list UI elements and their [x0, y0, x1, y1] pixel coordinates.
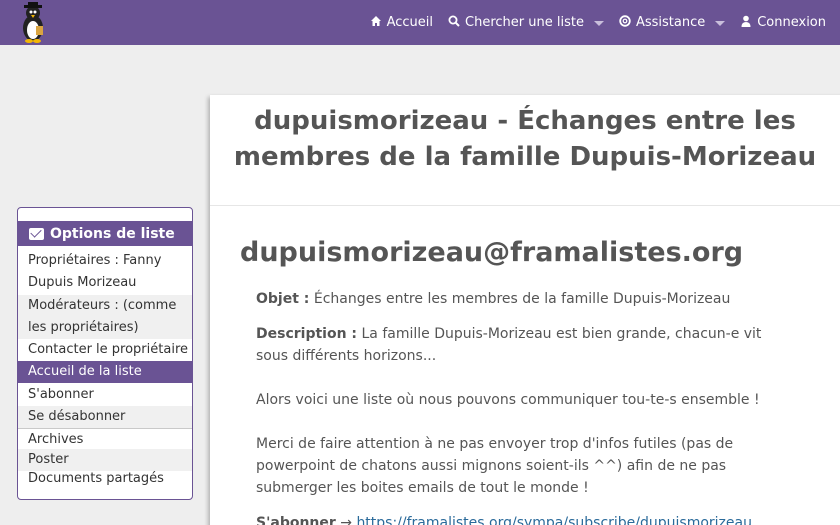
subject-label: Objet : — [256, 291, 310, 307]
list-options-header: Options de liste — [18, 221, 192, 246]
chevron-down-icon — [715, 20, 726, 26]
main-nav: Accueil Chercher une liste Assistance Co… — [369, 0, 840, 45]
envelope-icon — [29, 227, 44, 240]
chevron-down-icon — [593, 20, 604, 26]
title-divider — [210, 205, 840, 206]
home-icon — [369, 15, 383, 30]
nav-login-label: Connexion — [757, 15, 826, 30]
archives-link[interactable]: Archives — [18, 429, 192, 451]
description-para-3-line-1: Merci de faire attention à ne pas envoye… — [256, 436, 734, 452]
description-line-2: sous différents horizons... — [256, 348, 437, 364]
moderators-line-2: les propriétaires) — [18, 317, 192, 339]
owners-line-2[interactable]: Dupuis Morizeau — [18, 272, 192, 294]
penguin-logo-icon[interactable] — [18, 2, 48, 44]
list-options-panel: Options de liste Propriétaires : Fanny D… — [17, 207, 193, 500]
list-address: dupuismorizeau@framalistes.org — [240, 237, 744, 268]
list-main-panel: dupuismorizeau - Échanges entre les memb… — [210, 95, 840, 525]
subscribe-label: S'abonner — [256, 515, 336, 525]
description-label: Description : — [256, 326, 358, 342]
owners-line-1[interactable]: Propriétaires : Fanny — [18, 250, 192, 272]
nav-home[interactable]: Accueil — [369, 15, 433, 30]
nav-help-label: Assistance — [635, 15, 706, 30]
top-navbar: Accueil Chercher une liste Assistance Co… — [0, 0, 840, 45]
search-icon — [447, 15, 461, 30]
lifebuoy-icon — [618, 15, 632, 30]
nav-help[interactable]: Assistance — [618, 15, 726, 30]
user-icon — [739, 15, 753, 30]
shared-documents-link[interactable]: Documents partagés — [18, 468, 192, 490]
subject-line: Objet : Échanges entre les membres de la… — [256, 288, 786, 310]
list-options-title: Options de liste — [50, 225, 175, 242]
description-para-2: Alors voici une liste où nous pouvons co… — [256, 392, 760, 408]
subscribe-line: S'abonner → https://framalistes.org/symp… — [256, 512, 786, 525]
nav-login[interactable]: Connexion — [739, 15, 826, 30]
subscribe-link[interactable]: S'abonner — [18, 384, 192, 406]
page-title-line-2: membres de la famille Dupuis-Morizeau — [233, 142, 817, 172]
subject-value: Échanges entre les membres de la famille… — [313, 291, 731, 307]
moderators-line-1: Modérateurs : (comme — [18, 295, 192, 317]
page-title-line-1: dupuismorizeau - Échanges entre les — [254, 106, 796, 136]
list-info: Objet : Échanges entre les membres de la… — [256, 288, 786, 525]
description-line-1: La famille Dupuis-Morizeau est bien gran… — [361, 326, 762, 342]
list-home-link[interactable]: Accueil de la liste — [18, 361, 192, 383]
nav-home-label: Accueil — [386, 15, 433, 30]
nav-search-label: Chercher une liste — [465, 15, 584, 30]
unsubscribe-link[interactable]: Se désabonner — [18, 406, 192, 428]
description-para-3-line-2: powerpoint de chatons aussi mignons soie… — [256, 458, 727, 474]
nav-search-list[interactable]: Chercher une liste — [447, 15, 604, 30]
description-block: Description : La famille Dupuis-Morizeau… — [256, 323, 786, 499]
arrow-right-icon: → — [340, 515, 352, 525]
description-para-3-line-3: submerger les boites emails de tout le m… — [256, 480, 589, 496]
page-title: dupuismorizeau - Échanges entre les memb… — [210, 103, 840, 175]
subscribe-url-link[interactable]: https://framalistes.org/sympa/subscribe/… — [356, 515, 752, 525]
contact-owner-link[interactable]: Contacter le propriétaire — [18, 339, 192, 361]
